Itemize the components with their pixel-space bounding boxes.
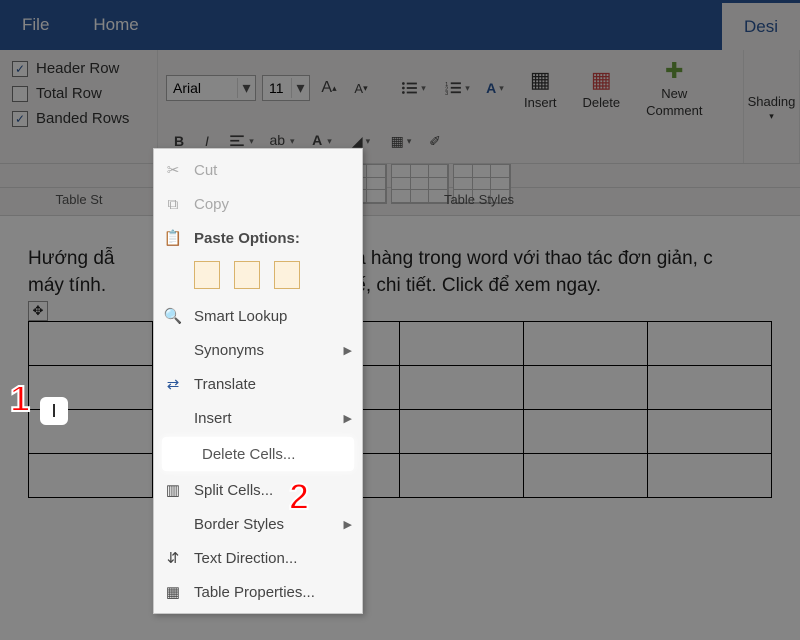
menu-cut[interactable]: ✂ Cut (154, 153, 362, 187)
document-text: máy tính. hế, chi tiết. Click để xem nga… (28, 273, 772, 300)
document-table[interactable] (28, 321, 772, 498)
tab-design[interactable]: Desi (722, 0, 800, 50)
checkbox-header-row[interactable]: ✓ Header Row (12, 60, 145, 77)
tab-home[interactable]: Home (71, 0, 160, 50)
styles-button[interactable]: A▾ (482, 75, 508, 101)
insert-button[interactable]: ▦ Insert (514, 63, 567, 114)
shading-button[interactable]: Shading ▾ (748, 92, 796, 124)
menu-border-styles[interactable]: Border Styles ▶ (154, 507, 362, 541)
menu-insert[interactable]: Insert ▶ (154, 401, 362, 435)
checkbox-label: Header Row (36, 60, 119, 77)
chevron-down-icon[interactable]: ▾ (291, 78, 309, 98)
button-label: Insert (524, 95, 557, 110)
menu-paste-options: 📋 Paste Options: (154, 221, 362, 255)
chevron-down-icon[interactable]: ▾ (237, 78, 255, 98)
font-name-combo[interactable]: ▾ (166, 75, 256, 101)
brush-icon: ✐ (429, 133, 441, 150)
checkbox-label: Total Row (36, 85, 102, 102)
checkbox-banded-rows[interactable]: ✓ Banded Rows (12, 110, 145, 127)
menu-translate[interactable]: ⇄ Translate (154, 367, 362, 401)
move-icon: ✥ (33, 302, 44, 320)
document-text: Hướng dẫ t và hàng trong word với thao t… (28, 246, 772, 273)
chevron-right-icon: ▶ (344, 518, 352, 531)
menu-delete-cells[interactable]: Delete Cells... (162, 437, 354, 471)
annotation-callout-1: 1 (10, 378, 30, 420)
table-row (29, 322, 772, 366)
checkbox-label: Banded Rows (36, 110, 129, 127)
paste-text-only-icon[interactable] (274, 261, 300, 289)
button-label-line2: Comment (646, 103, 702, 118)
ribbon: ✓ Header Row Total Row ✓ Banded Rows ▾ ▾ (0, 50, 800, 164)
chevron-down-icon: ▾ (769, 111, 774, 122)
chevron-right-icon: ▶ (344, 344, 352, 357)
bullets-icon (400, 79, 418, 97)
annotation-callout-2: 2 (289, 476, 309, 518)
paste-keep-formatting-icon[interactable] (194, 261, 220, 289)
paste-merge-formatting-icon[interactable] (234, 261, 260, 289)
check-icon (12, 86, 28, 102)
menu-smart-lookup[interactable]: 🔍 Smart Lookup (154, 299, 362, 333)
cursor-highlight: I (40, 397, 68, 425)
split-cells-icon: ▥ (162, 481, 184, 499)
text-direction-icon: ⇵ (162, 549, 184, 567)
font-size-input[interactable] (263, 80, 291, 96)
numbering-button[interactable]: 123 ▾ (438, 75, 476, 101)
button-label: Shading (748, 94, 796, 109)
font-name-input[interactable] (167, 80, 237, 96)
ribbon-tabs: File Home Desi (0, 0, 800, 50)
scissors-icon: ✂ (162, 161, 184, 179)
check-icon: ✓ (12, 111, 28, 127)
increase-font-button[interactable]: A▴ (316, 75, 342, 101)
table-properties-icon: ▦ (162, 583, 184, 601)
format-painter-button[interactable]: ✐ (422, 128, 448, 154)
tab-file[interactable]: File (0, 0, 71, 50)
numbering-icon: 123 (444, 79, 462, 97)
font-size-combo[interactable]: ▾ (262, 75, 310, 101)
comment-icon: ✚ (665, 58, 683, 84)
menu-table-properties[interactable]: ▦ Table Properties... (154, 575, 362, 609)
menu-copy[interactable]: ⧉ Copy (154, 187, 362, 221)
paste-options-row (154, 255, 362, 299)
button-label: Delete (583, 95, 621, 110)
group-formatting: ▾ ▾ A▴ A▾ ▾ 123 ▾ A▾ ▦ Insert (158, 50, 744, 163)
group-table-style-options: ✓ Header Row Total Row ✓ Banded Rows (0, 50, 158, 163)
check-icon: ✓ (12, 61, 28, 77)
copy-icon: ⧉ (162, 196, 184, 213)
ribbon-group-labels: Table St Table Styles (0, 188, 800, 216)
chevron-right-icon: ▶ (344, 412, 352, 425)
document-table-wrap: ✥ (28, 321, 772, 498)
context-menu: ✂ Cut ⧉ Copy 📋 Paste Options: 🔍 Smart Lo… (153, 148, 363, 614)
search-icon: 🔍 (162, 307, 184, 325)
table-move-handle[interactable]: ✥ (28, 301, 48, 321)
decrease-font-button[interactable]: A▾ (348, 75, 374, 101)
translate-icon: ⇄ (162, 375, 184, 393)
paint-bucket-icon: ◢ (352, 133, 363, 150)
borders-icon: ▦ (391, 133, 404, 150)
menu-text-direction[interactable]: ⇵ Text Direction... (154, 541, 362, 575)
table-row (29, 410, 772, 454)
table-delete-icon: ▦ (591, 67, 612, 93)
bullets-button[interactable]: ▾ (394, 75, 432, 101)
group-label: Table St (0, 188, 158, 215)
svg-text:3: 3 (445, 91, 448, 97)
group-shading: Shading ▾ (744, 50, 800, 163)
table-row (29, 366, 772, 410)
button-label-line1: New (661, 86, 687, 101)
menu-synonyms[interactable]: Synonyms ▶ (154, 333, 362, 367)
delete-button[interactable]: ▦ Delete (573, 63, 631, 114)
table-row (29, 454, 772, 498)
menu-split-cells[interactable]: ▥ Split Cells... (154, 473, 362, 507)
new-comment-button[interactable]: ✚ New Comment (636, 54, 712, 122)
document-body: Hướng dẫ t và hàng trong word với thao t… (0, 216, 800, 498)
table-insert-icon: ▦ (530, 67, 551, 93)
borders-button[interactable]: ▦▾ (382, 128, 420, 154)
clipboard-icon: 📋 (162, 229, 184, 247)
checkbox-total-row[interactable]: Total Row (12, 85, 145, 102)
